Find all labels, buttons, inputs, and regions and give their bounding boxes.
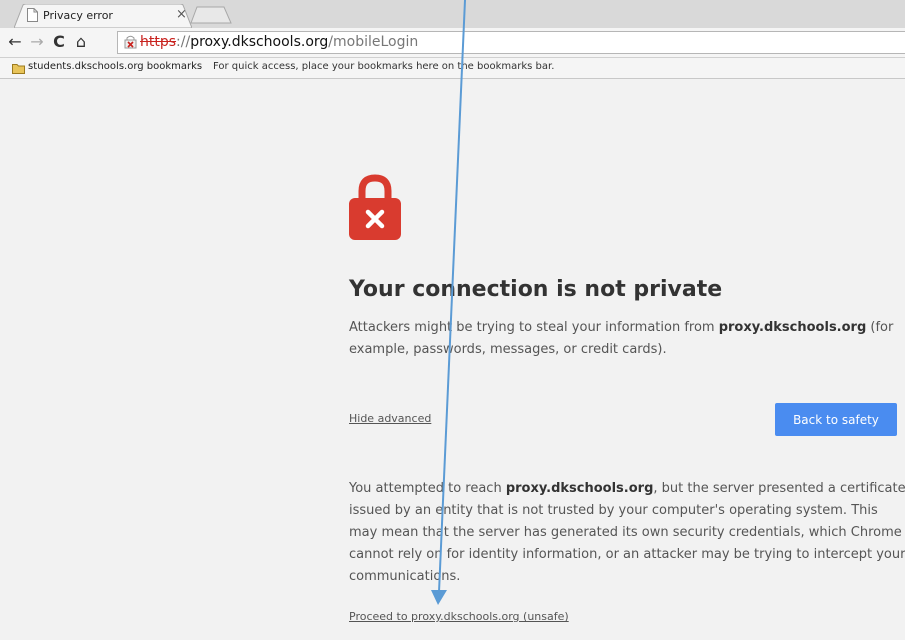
page-title: Your connection is not private [349,277,723,302]
back-to-safety-button[interactable]: Back to safety [775,403,897,436]
bookmarks-bar-hint: For quick access, place your bookmarks h… [213,61,555,72]
details-host: proxy.dkschools.org [505,481,654,496]
forward-arrow-icon[interactable]: → [28,33,46,51]
red-padlock-x-icon [349,174,401,240]
lead-text-start: Attackers might be trying to steal your … [349,320,719,335]
hide-advanced-link[interactable]: Hide advanced [349,412,431,425]
details-text-end: , but the server presented a certificate… [349,481,905,584]
bookmark-folder-students[interactable]: students.dkschools.org bookmarks [28,61,202,72]
url-path: /mobileLogin [328,34,419,50]
bookmarks-bar: students.dkschools.org bookmarks For qui… [0,58,905,79]
browser-toolbar: ← → C ⌂ https://proxy.dkschools.org/mobi… [0,28,905,58]
home-icon[interactable]: ⌂ [72,33,90,51]
url-scheme: https [140,34,177,50]
proceed-unsafe-link[interactable]: Proceed to proxy.dkschools.org (unsafe) [349,610,569,623]
tab-privacy-error[interactable]: Privacy error × [14,4,192,28]
warning-lead-text: Attackers might be trying to steal your … [349,317,905,361]
tab-title: Privacy error [43,9,113,22]
url-text: https://proxy.dkschools.org/mobileLogin [140,34,418,50]
url-separator: :// [176,34,191,50]
folder-icon[interactable] [12,63,25,74]
address-bar[interactable]: https://proxy.dkschools.org/mobileLogin [117,31,905,54]
not-secure-lock-icon[interactable] [124,35,137,49]
lead-host: proxy.dkschools.org [718,320,867,335]
tab-close-icon[interactable]: × [176,7,187,22]
interstitial-page: Your connection is not private Attackers… [0,80,905,640]
url-host: proxy.dkschools.org [190,34,329,50]
details-text-start: You attempted to reach [349,481,506,496]
back-arrow-icon[interactable]: ← [6,33,24,51]
tab-strip: Privacy error × [0,0,905,28]
new-tab-button[interactable] [190,6,232,24]
page-icon [27,8,38,22]
advanced-details-text: You attempted to reach proxy.dkschools.o… [349,478,905,588]
reload-icon[interactable]: C [50,33,68,51]
